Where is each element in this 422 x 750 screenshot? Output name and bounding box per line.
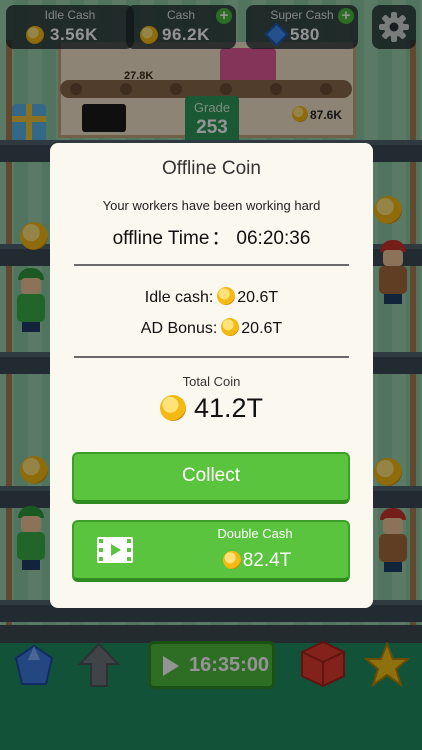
coin-icon [221, 318, 240, 336]
divider [74, 264, 349, 266]
dialog-subtitle: Your workers have been working hard [102, 198, 321, 213]
coin-icon [217, 287, 236, 305]
double-cash-row: 82.4T [162, 550, 348, 572]
offline-time-value: 06:20:36 [236, 228, 311, 249]
offline-time-row: offline Time： 06:20:36 [50, 223, 373, 250]
double-cash-value: 82.4T [242, 550, 292, 571]
total-coin-value: 41.2T [193, 393, 264, 423]
total-coin-label: Total Coin [182, 374, 241, 389]
dialog-title: Offline Coin [162, 158, 261, 179]
idle-cash-row-label: Idle cash: [144, 289, 214, 306]
ad-bonus-label: AD Bonus: [140, 320, 218, 337]
double-cash-button[interactable]: Double Cash 82.4T [72, 520, 350, 582]
ad-bonus-value: 20.6T [241, 320, 283, 337]
idle-cash-row-value: 20.6T [237, 289, 279, 306]
total-coin-row: 41.2T [50, 393, 373, 424]
video-icon [97, 537, 133, 563]
double-cash-label: Double Cash [217, 526, 293, 541]
coin-icon [159, 395, 186, 421]
offline-time-separator: ： [211, 228, 231, 249]
divider [74, 356, 349, 358]
offline-time-label: offline Time [112, 228, 210, 249]
ad-bonus-row: AD Bonus: 20.6T [50, 318, 373, 338]
collect-button[interactable]: Collect [72, 452, 350, 504]
idle-cash-row: Idle cash: 20.6T [50, 287, 373, 307]
offline-coin-dialog: Offline Coin Your workers have been work… [50, 143, 373, 608]
coin-icon [222, 551, 241, 569]
